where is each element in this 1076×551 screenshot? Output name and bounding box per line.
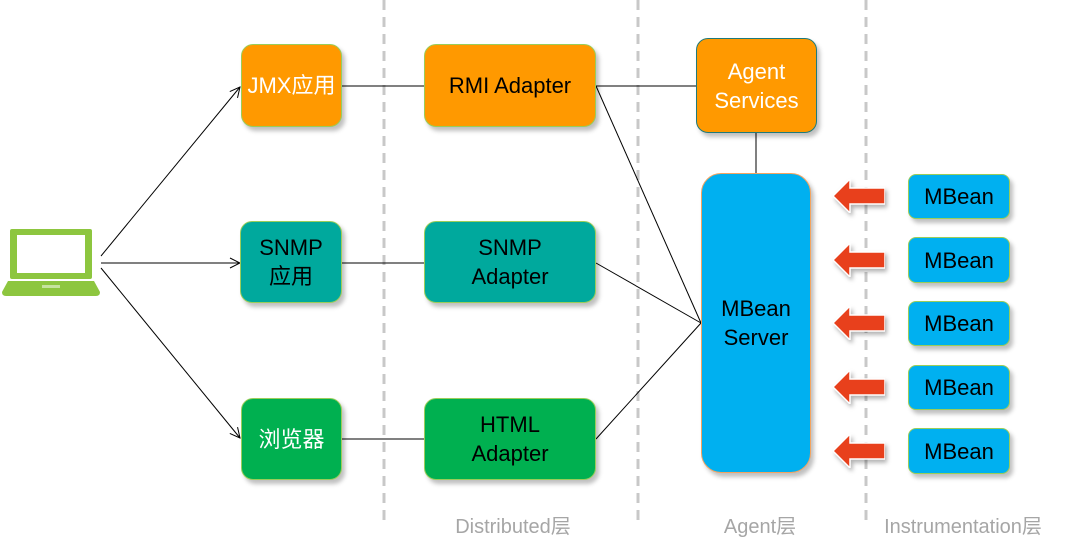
html-adapter-label: HTML Adapter xyxy=(471,412,549,466)
jmx-app-label: JMX应用 xyxy=(247,73,336,98)
mbean-server-label: MBean Server xyxy=(721,296,791,350)
left-arrow-icon xyxy=(833,434,885,468)
browser-box: 浏览器 xyxy=(241,398,342,480)
snmp-app-box: SNMP 应用 xyxy=(240,221,342,303)
mbean-box: MBean xyxy=(908,174,1010,219)
agent-services-box: Agent Services xyxy=(696,38,817,133)
mbean-box: MBean xyxy=(908,428,1010,474)
line xyxy=(595,262,702,324)
snmp-app-label: SNMP 应用 xyxy=(259,235,323,289)
jmx-architecture-diagram: JMX应用 SNMP 应用 浏览器 RMI Adapter SNMP Adapt… xyxy=(0,0,1076,551)
jmx-app-box: JMX应用 xyxy=(241,44,342,127)
rmi-adapter-box: RMI Adapter xyxy=(424,44,596,127)
mbean-label: MBean xyxy=(924,184,994,209)
line xyxy=(595,322,702,440)
layer-label-instrumentation: Instrumentation层 xyxy=(884,516,1042,538)
mbean-label: MBean xyxy=(924,375,994,400)
left-arrow-icon xyxy=(833,243,885,277)
mbean-label: MBean xyxy=(924,438,994,464)
mbean-label: MBean xyxy=(924,311,994,336)
mbean-label: MBean xyxy=(924,247,994,273)
line xyxy=(595,85,702,324)
browser-label: 浏览器 xyxy=(258,426,325,452)
layer-label-agent: Agent层 xyxy=(723,516,797,538)
left-arrow-icon xyxy=(833,306,885,340)
mbean-box: MBean xyxy=(908,237,1010,283)
snmp-adapter-box: SNMP Adapter xyxy=(424,221,596,303)
mbean-server-box: MBean Server xyxy=(701,173,811,473)
mbean-box: MBean xyxy=(908,365,1010,410)
left-arrow-icon xyxy=(833,370,885,404)
left-arrow-icon xyxy=(833,179,885,213)
html-adapter-box: HTML Adapter xyxy=(424,398,596,480)
mbean-box: MBean xyxy=(908,301,1010,346)
laptop-icon xyxy=(2,229,100,296)
agent-services-label: Agent Services xyxy=(714,58,799,113)
arrow-to-jmx xyxy=(100,87,240,257)
layer-label-distributed: Distributed层 xyxy=(455,516,571,538)
rmi-adapter-label: RMI Adapter xyxy=(448,73,572,98)
arrow-to-browser xyxy=(100,267,240,438)
snmp-adapter-label: SNMP Adapter xyxy=(471,235,549,289)
